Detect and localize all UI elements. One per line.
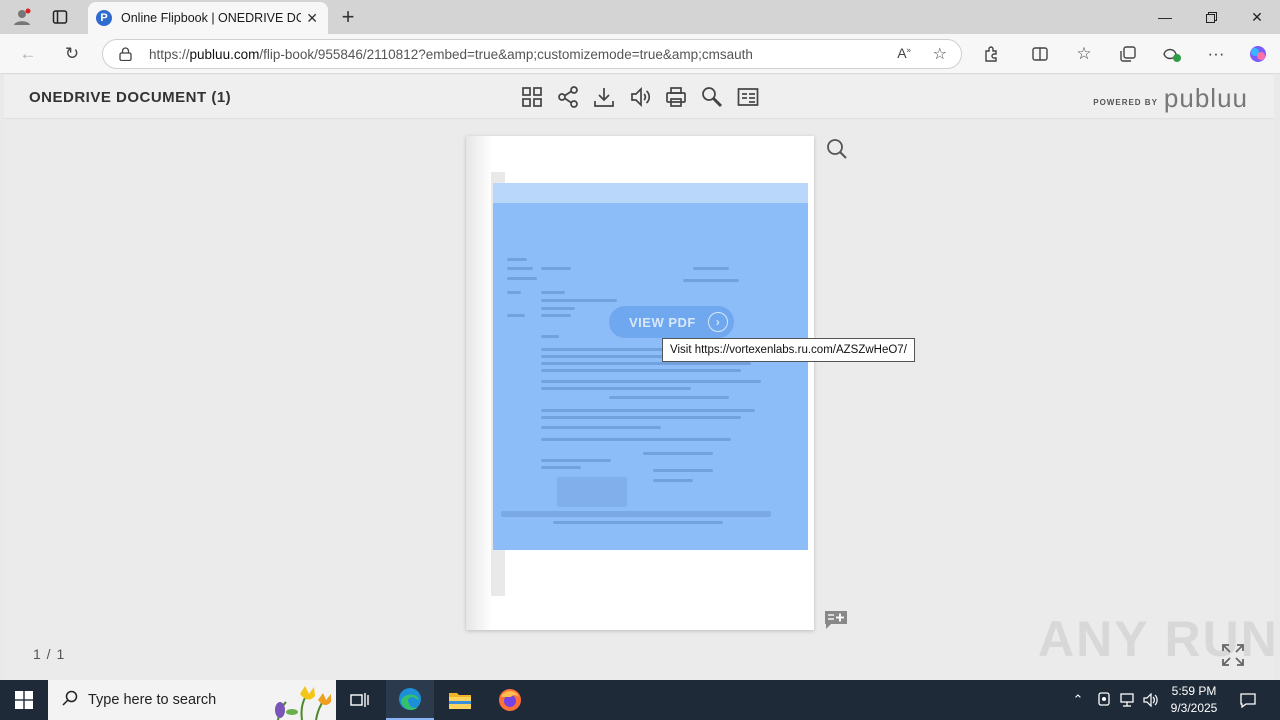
network-icon[interactable] xyxy=(1116,680,1138,720)
windows-logo-icon xyxy=(15,691,33,709)
fullscreen-icon[interactable] xyxy=(1222,644,1244,666)
close-window-icon[interactable]: ✕ xyxy=(1234,0,1280,34)
tab-actions-icon[interactable] xyxy=(50,7,70,27)
link-tooltip: Visit https://vortexenlabs.ru.com/AZSZwH… xyxy=(662,338,915,362)
favorites-icon[interactable]: ☆ xyxy=(1072,42,1096,66)
page-fold xyxy=(466,136,492,630)
lock-icon[interactable] xyxy=(119,47,133,62)
show-hidden-icons[interactable]: ⌃ xyxy=(1068,680,1088,720)
view-pdf-label: VIEW PDF xyxy=(629,314,696,330)
download-icon[interactable] xyxy=(592,85,616,109)
search-icon[interactable] xyxy=(700,85,724,109)
clock-date: 9/3/2025 xyxy=(1170,701,1218,715)
edge-taskbar-icon[interactable] xyxy=(386,680,434,720)
back-icon[interactable]: ← xyxy=(16,42,40,66)
notifications-icon[interactable] xyxy=(1236,680,1260,720)
flipbook-page[interactable]: VIEW PDF › xyxy=(466,136,814,630)
meet-now-icon[interactable] xyxy=(1094,680,1114,720)
flowers-decoration-icon xyxy=(275,686,331,720)
clock-time: 5:59 PM xyxy=(1171,684,1217,698)
close-tab-icon[interactable]: ✕ xyxy=(306,10,318,27)
powered-by-publuu[interactable]: POWERED BY publuu xyxy=(1093,85,1248,111)
start-button[interactable] xyxy=(0,680,48,720)
windows-taskbar: Type here to search ⌃ 5:59 PM 9/3/2025 xyxy=(0,680,1280,720)
flipbook-header: ONEDRIVE DOCUMENT (1) POWERED BY publuu xyxy=(4,75,1274,119)
publuu-logo: publuu xyxy=(1163,83,1248,113)
pdf-link-overlay[interactable]: VIEW PDF › xyxy=(493,203,808,550)
file-explorer-icon[interactable] xyxy=(436,680,484,720)
page-counter: 1 / 1 xyxy=(33,646,66,662)
document-title: ONEDRIVE DOCUMENT (1) xyxy=(29,89,232,106)
active-tab[interactable]: P Online Flipbook | ONEDRIVE DOCUMENT (1… xyxy=(88,2,328,34)
address-bar[interactable]: https://publuu.com/flip-book/955846/2110… xyxy=(102,39,962,69)
browser-essentials-icon[interactable] xyxy=(1160,42,1184,66)
print-icon[interactable] xyxy=(664,85,688,109)
taskbar-search[interactable]: Type here to search xyxy=(48,680,336,720)
table-of-contents-icon[interactable] xyxy=(736,85,760,109)
search-placeholder: Type here to search xyxy=(88,692,217,708)
search-icon xyxy=(62,690,78,710)
thumbnails-icon[interactable] xyxy=(520,85,544,109)
split-screen-icon[interactable] xyxy=(1028,42,1052,66)
add-note-icon[interactable] xyxy=(824,610,848,630)
tab-title: Online Flipbook | ONEDRIVE DOCUMENT (1) xyxy=(121,11,301,25)
share-icon[interactable] xyxy=(556,85,580,109)
favorite-star-icon[interactable]: ☆ xyxy=(933,44,947,64)
zoom-icon[interactable] xyxy=(826,138,848,160)
collections-icon[interactable] xyxy=(1116,42,1140,66)
restore-icon[interactable] xyxy=(1188,0,1234,34)
system-clock[interactable]: 5:59 PM 9/3/2025 xyxy=(1158,683,1230,717)
powered-by-label: POWERED BY xyxy=(1093,97,1158,107)
read-aloud-icon[interactable]: A» xyxy=(897,45,911,61)
browser-toolbar: ← ↻ https://publuu.com/flip-book/955846/… xyxy=(0,34,1280,74)
new-tab-icon[interactable]: + xyxy=(338,4,358,29)
profile-icon[interactable] xyxy=(12,7,32,27)
firefox-icon[interactable] xyxy=(486,680,534,720)
more-menu-icon[interactable]: ··· xyxy=(1204,42,1228,66)
link-overlay-top xyxy=(493,183,808,203)
extensions-icon[interactable] xyxy=(980,42,1004,66)
url-text: https://publuu.com/flip-book/955846/2110… xyxy=(149,46,753,62)
tab-strip: P Online Flipbook | ONEDRIVE DOCUMENT (1… xyxy=(0,0,1280,34)
view-pdf-button[interactable]: VIEW PDF › xyxy=(609,306,734,338)
task-view-icon[interactable] xyxy=(336,680,384,720)
chevron-right-icon: › xyxy=(708,312,728,332)
minimize-icon[interactable]: — xyxy=(1142,0,1188,34)
copilot-icon[interactable] xyxy=(1246,42,1270,66)
flipbook-toolbar xyxy=(520,85,760,109)
publuu-favicon-icon: P xyxy=(96,10,112,26)
refresh-icon[interactable]: ↻ xyxy=(60,42,84,66)
sound-icon[interactable] xyxy=(628,85,652,109)
